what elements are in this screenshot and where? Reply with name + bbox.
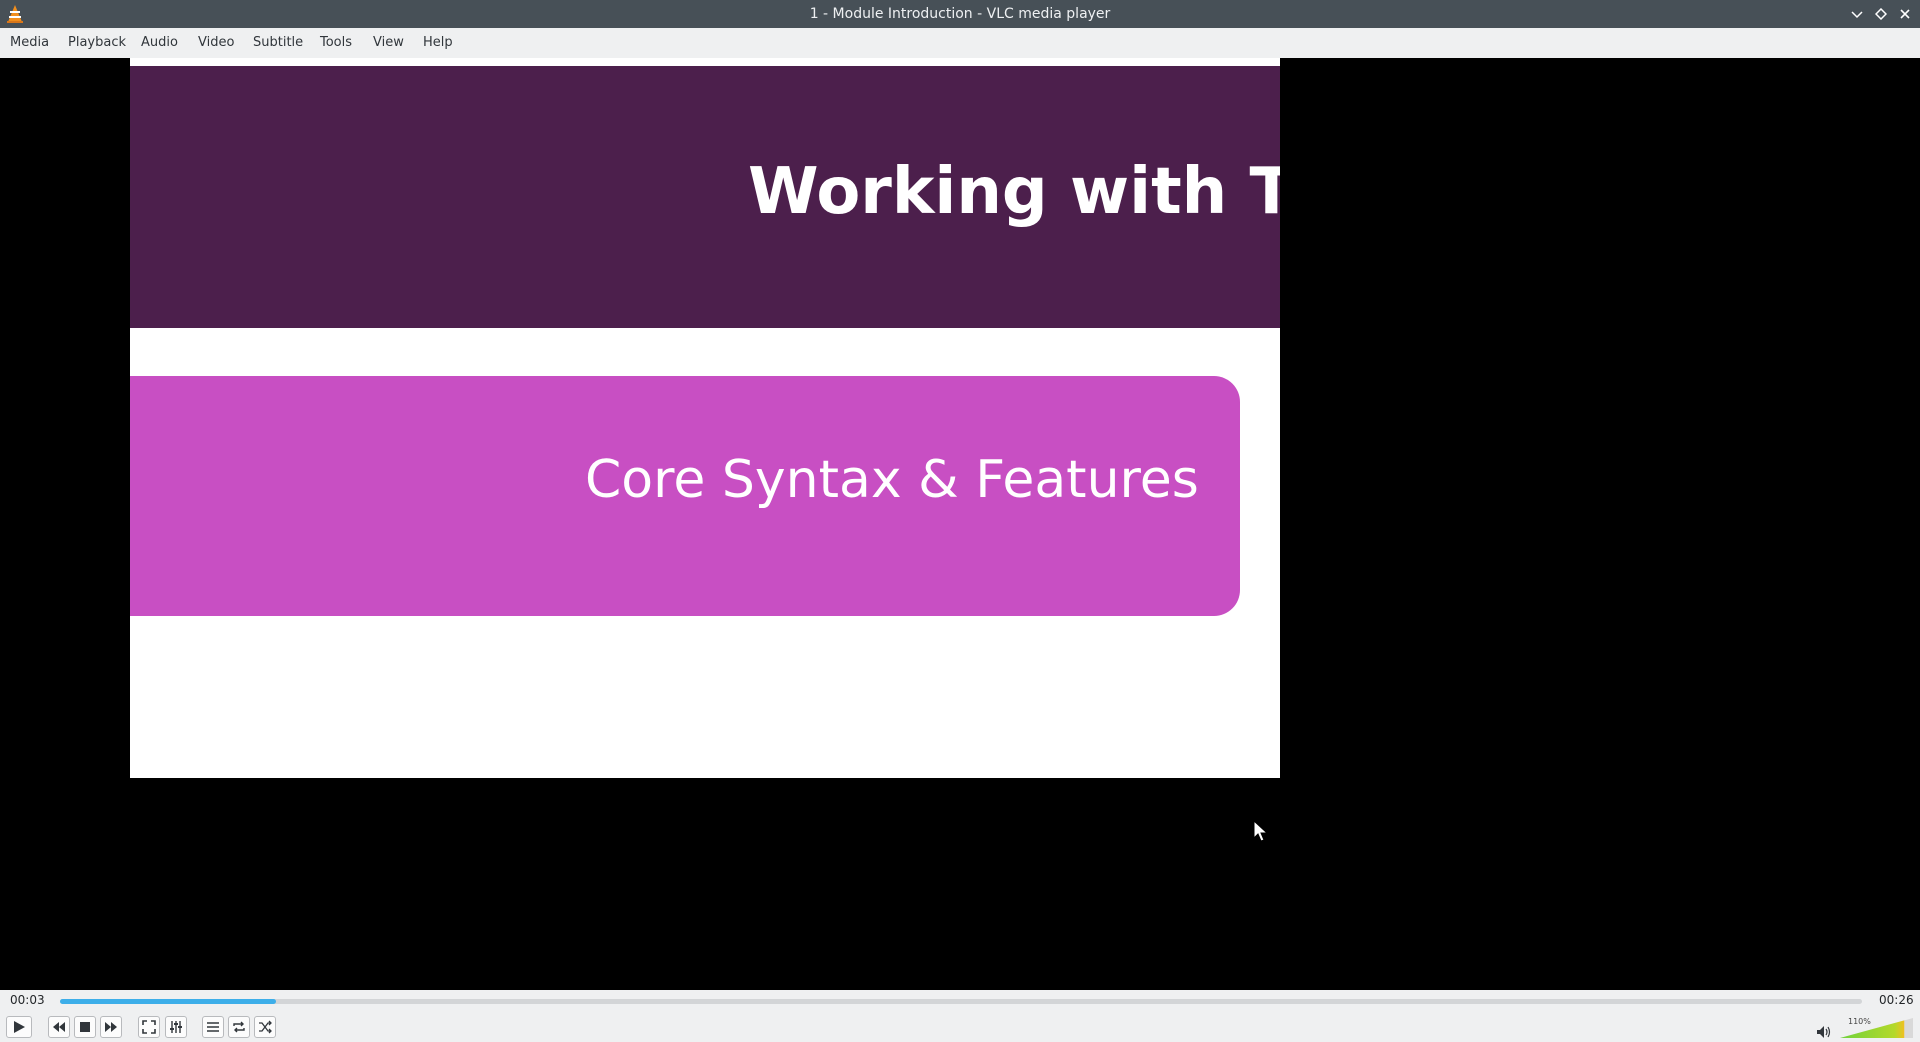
menu-help[interactable]: Help: [419, 28, 457, 58]
menu-subtitle[interactable]: Subtitle: [249, 28, 307, 58]
volume-label: 110%: [1848, 1017, 1871, 1026]
play-button[interactable]: [6, 1016, 32, 1038]
controls-panel: 00:03 00:26 110%: [0, 990, 1920, 1042]
previous-icon: [53, 1022, 65, 1032]
stop-icon: [80, 1022, 90, 1032]
menu-view[interactable]: View: [369, 28, 408, 58]
next-icon: [105, 1022, 117, 1032]
previous-button[interactable]: [48, 1016, 70, 1038]
video-frame: Working with Ty Core Syntax & Features: [130, 58, 1280, 778]
frame-top-strip: [130, 58, 1280, 66]
stop-button[interactable]: [74, 1016, 96, 1038]
seek-slider[interactable]: [60, 999, 1862, 1004]
playlist-button[interactable]: [202, 1016, 224, 1038]
window-title: 1 - Module Introduction - VLC media play…: [809, 6, 1111, 22]
menu-media[interactable]: Media: [6, 28, 53, 58]
close-icon: [1900, 9, 1910, 19]
fullscreen-button[interactable]: [138, 1016, 160, 1038]
next-button[interactable]: [100, 1016, 122, 1038]
close-button[interactable]: [1895, 4, 1915, 24]
loop-button[interactable]: [228, 1016, 250, 1038]
menu-video[interactable]: Video: [194, 28, 238, 58]
title-bar: 1 - Module Introduction - VLC media play…: [0, 0, 1920, 28]
speaker-icon[interactable]: [1816, 1024, 1832, 1040]
maximize-icon: [1875, 8, 1887, 20]
menu-audio[interactable]: Audio: [137, 28, 182, 58]
playlist-icon: [207, 1022, 219, 1032]
mouse-cursor-icon: [1253, 820, 1269, 842]
video-area[interactable]: Working with Ty Core Syntax & Features: [0, 58, 1920, 990]
loop-icon: [233, 1021, 245, 1033]
shuffle-icon: [259, 1020, 272, 1034]
minimize-icon: [1851, 11, 1863, 19]
menu-playback[interactable]: Playback: [64, 28, 130, 58]
fullscreen-icon: [142, 1020, 156, 1034]
minimize-button[interactable]: [1847, 4, 1867, 24]
menu-tools[interactable]: Tools: [316, 28, 356, 58]
shuffle-button[interactable]: [254, 1016, 276, 1038]
play-icon: [14, 1021, 25, 1033]
video-banner-title: Working with Ty: [748, 155, 1280, 229]
menu-bar: Media Playback Audio Video Subtitle Tool…: [0, 28, 1920, 59]
maximize-button[interactable]: [1871, 4, 1891, 24]
elapsed-time: 00:03: [10, 993, 45, 1007]
total-time: 00:26: [1879, 993, 1914, 1007]
video-pill-text: Core Syntax & Features: [585, 450, 1199, 510]
extended-settings-button[interactable]: [165, 1016, 187, 1038]
seek-progress: [60, 999, 277, 1004]
extended-settings-icon: [170, 1021, 182, 1033]
